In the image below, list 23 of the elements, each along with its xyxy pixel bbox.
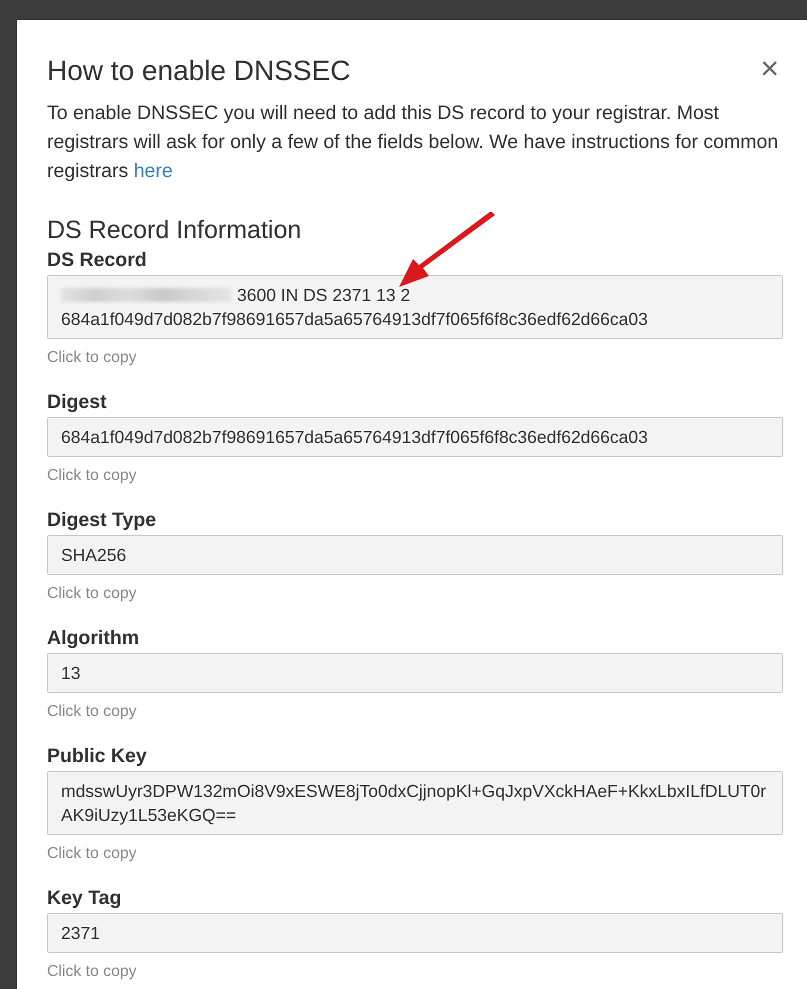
intro-text: To enable DNSSEC you will need to add this DS record to your registrar. Most registrars will ask for only a few of the fields below. We have instructions for common registrars here bbox=[47, 101, 780, 184]
field-label: Public Key bbox=[47, 744, 148, 768]
field-label: Key Tag bbox=[47, 886, 122, 910]
copy-hint[interactable]: Click to copy bbox=[47, 466, 137, 486]
record-field[interactable]: 3600 IN DS 2371 13 2 684a1f049d7d082b7f98691657da5a65764913df7f065f6f8c36edf62d66ca03 bbox=[47, 275, 783, 339]
instructions-link[interactable]: here bbox=[134, 160, 173, 182]
record-field[interactable]: mdsswUyr3DPW132mOi8V9xESWE8jTo0dxCjjnopKl+GqJxpVXckHAeF+KkxLbxILfDLUT0rAK9iUzy1L53eKGQ== bbox=[47, 771, 783, 835]
record-field[interactable]: 2371 bbox=[47, 913, 783, 953]
copy-hint[interactable]: Click to copy bbox=[47, 584, 137, 604]
copy-hint[interactable]: Click to copy bbox=[47, 962, 137, 982]
field-label: Digest bbox=[47, 390, 108, 414]
field-label: Digest Type bbox=[47, 508, 158, 532]
record-field[interactable]: SHA256 bbox=[47, 535, 783, 575]
record-field[interactable]: 13 bbox=[47, 653, 783, 693]
copy-hint[interactable]: Click to copy bbox=[47, 702, 137, 722]
copy-hint[interactable]: Click to copy bbox=[47, 844, 137, 864]
field-label: DS Record bbox=[47, 248, 148, 272]
field-label: Algorithm bbox=[47, 626, 140, 650]
dialog-title: How to enable DNSSEC bbox=[47, 54, 350, 86]
close-button[interactable]: × bbox=[756, 53, 783, 83]
section-heading: DS Record Information bbox=[47, 216, 302, 244]
copy-hint[interactable]: Click to copy bbox=[47, 348, 137, 368]
record-field[interactable]: 684a1f049d7d082b7f98691657da5a65764913df7f065f6f8c36edf62d66ca03 bbox=[47, 417, 783, 457]
